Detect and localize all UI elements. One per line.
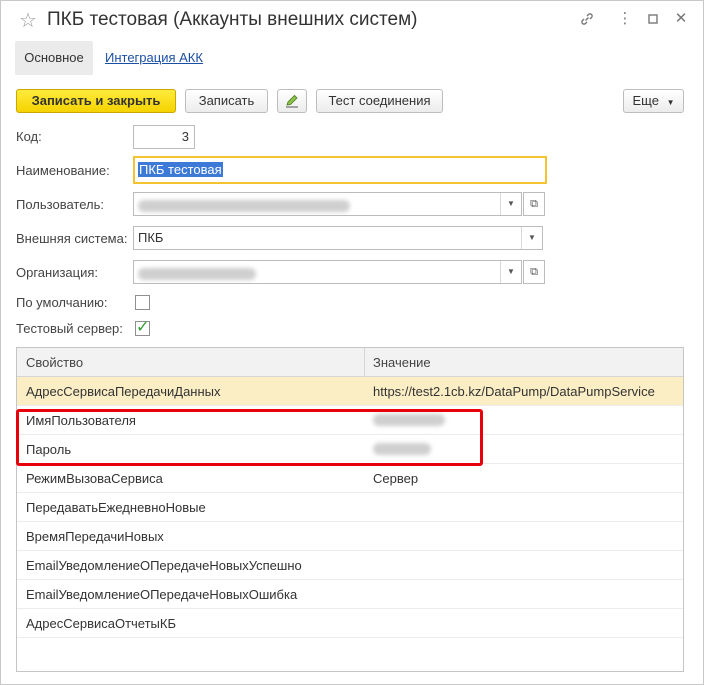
name-label: Наименование: (16, 163, 110, 178)
edit-button[interactable] (277, 89, 307, 113)
save-button[interactable]: Записать (185, 89, 268, 113)
pencil-icon (284, 94, 300, 112)
title-bar: ☆ ПКБ тестовая (Аккаунты внешних систем)… (1, 1, 703, 41)
code-label: Код: (16, 129, 42, 144)
highlight-annotation (16, 409, 483, 466)
table-row[interactable]: ВремяПередачиНовых (17, 522, 683, 551)
more-actions-label: Еще (632, 93, 659, 108)
link-icon[interactable] (579, 11, 595, 27)
more-icon[interactable]: ⋮ (617, 11, 633, 27)
value-cell: Сервер (373, 471, 419, 486)
external-system-dropdown-icon[interactable]: ▼ (521, 227, 542, 249)
table-row[interactable]: АдресСервисаПередачиДанных https://test2… (17, 377, 683, 406)
checkmark-icon: ✓ (136, 319, 150, 336)
property-cell: АдресСервисаПередачиДанных (26, 384, 221, 399)
name-value: ПКБ тестовая (138, 162, 223, 177)
external-system-value: ПКБ (138, 230, 164, 245)
test-connection-button[interactable]: Тест соединения (316, 89, 443, 113)
external-system-label: Внешняя система: (16, 231, 128, 246)
table-row[interactable]: EmailУведомлениеОПередачеНовыхУспешно (17, 551, 683, 580)
table-row[interactable]: РежимВызоваСервиса Сервер (17, 464, 683, 493)
property-cell: ВремяПередачиНовых (26, 529, 164, 544)
organization-field[interactable]: ▼ (133, 260, 522, 284)
tab-main[interactable]: Основное (15, 41, 93, 75)
external-system-field[interactable]: ПКБ ▼ (133, 226, 543, 250)
organization-label: Организация: (16, 265, 99, 280)
table-row[interactable]: ПередаватьЕжедневноНовые (17, 493, 683, 522)
column-separator[interactable] (364, 348, 365, 376)
property-cell: РежимВызоваСервиса (26, 471, 163, 486)
maximize-icon[interactable] (645, 11, 661, 27)
default-checkbox[interactable] (135, 295, 150, 310)
header-property[interactable]: Свойство (26, 355, 83, 370)
test-server-label: Тестовый сервер: (16, 321, 123, 336)
save-and-close-button[interactable]: Записать и закрыть (16, 89, 176, 113)
more-actions-button[interactable]: Еще ▼ (623, 89, 684, 113)
favorite-star-icon[interactable]: ☆ (19, 8, 37, 33)
code-value: 3 (181, 129, 189, 144)
organization-dropdown-icon[interactable]: ▼ (500, 261, 521, 283)
property-cell: АдресСервисаОтчетыКБ (26, 616, 177, 631)
value-cell: https://test2.1cb.kz/DataPump/DataPumpSe… (373, 384, 655, 399)
dropdown-arrow-icon: ▼ (666, 98, 675, 107)
user-label: Пользователь: (16, 197, 104, 212)
user-open-icon[interactable]: ⧉ (523, 192, 545, 216)
table-row[interactable]: АдресСервисаОтчетыКБ (17, 609, 683, 638)
organization-value-blurred (138, 264, 256, 281)
close-icon[interactable]: ✕ (673, 11, 689, 27)
property-cell: ПередаватьЕжедневноНовые (26, 500, 206, 515)
user-value-blurred (138, 196, 350, 213)
form-window: ☆ ПКБ тестовая (Аккаунты внешних систем)… (0, 0, 704, 685)
name-field[interactable]: ПКБ тестовая (133, 156, 547, 184)
tab-integration[interactable]: Интеграция АКК (105, 41, 203, 75)
property-cell: EmailУведомлениеОПередачеНовыхУспешно (26, 558, 302, 573)
user-field[interactable]: ▼ (133, 192, 522, 216)
default-label: По умолчанию: (16, 295, 108, 310)
organization-open-icon[interactable]: ⧉ (523, 260, 545, 284)
test-server-checkbox[interactable]: ✓ (135, 319, 150, 336)
header-value[interactable]: Значение (373, 355, 431, 370)
table-row[interactable]: EmailУведомлениеОПередачеНовыхОшибка (17, 580, 683, 609)
table-header: Свойство Значение (17, 348, 683, 377)
property-cell: EmailУведомлениеОПередачеНовыхОшибка (26, 587, 298, 602)
properties-table[interactable]: Свойство Значение АдресСервисаПередачиДа… (16, 347, 684, 672)
user-dropdown-icon[interactable]: ▼ (500, 193, 521, 215)
code-field[interactable]: 3 (133, 125, 195, 149)
window-title: ПКБ тестовая (Аккаунты внешних систем) (47, 9, 418, 30)
